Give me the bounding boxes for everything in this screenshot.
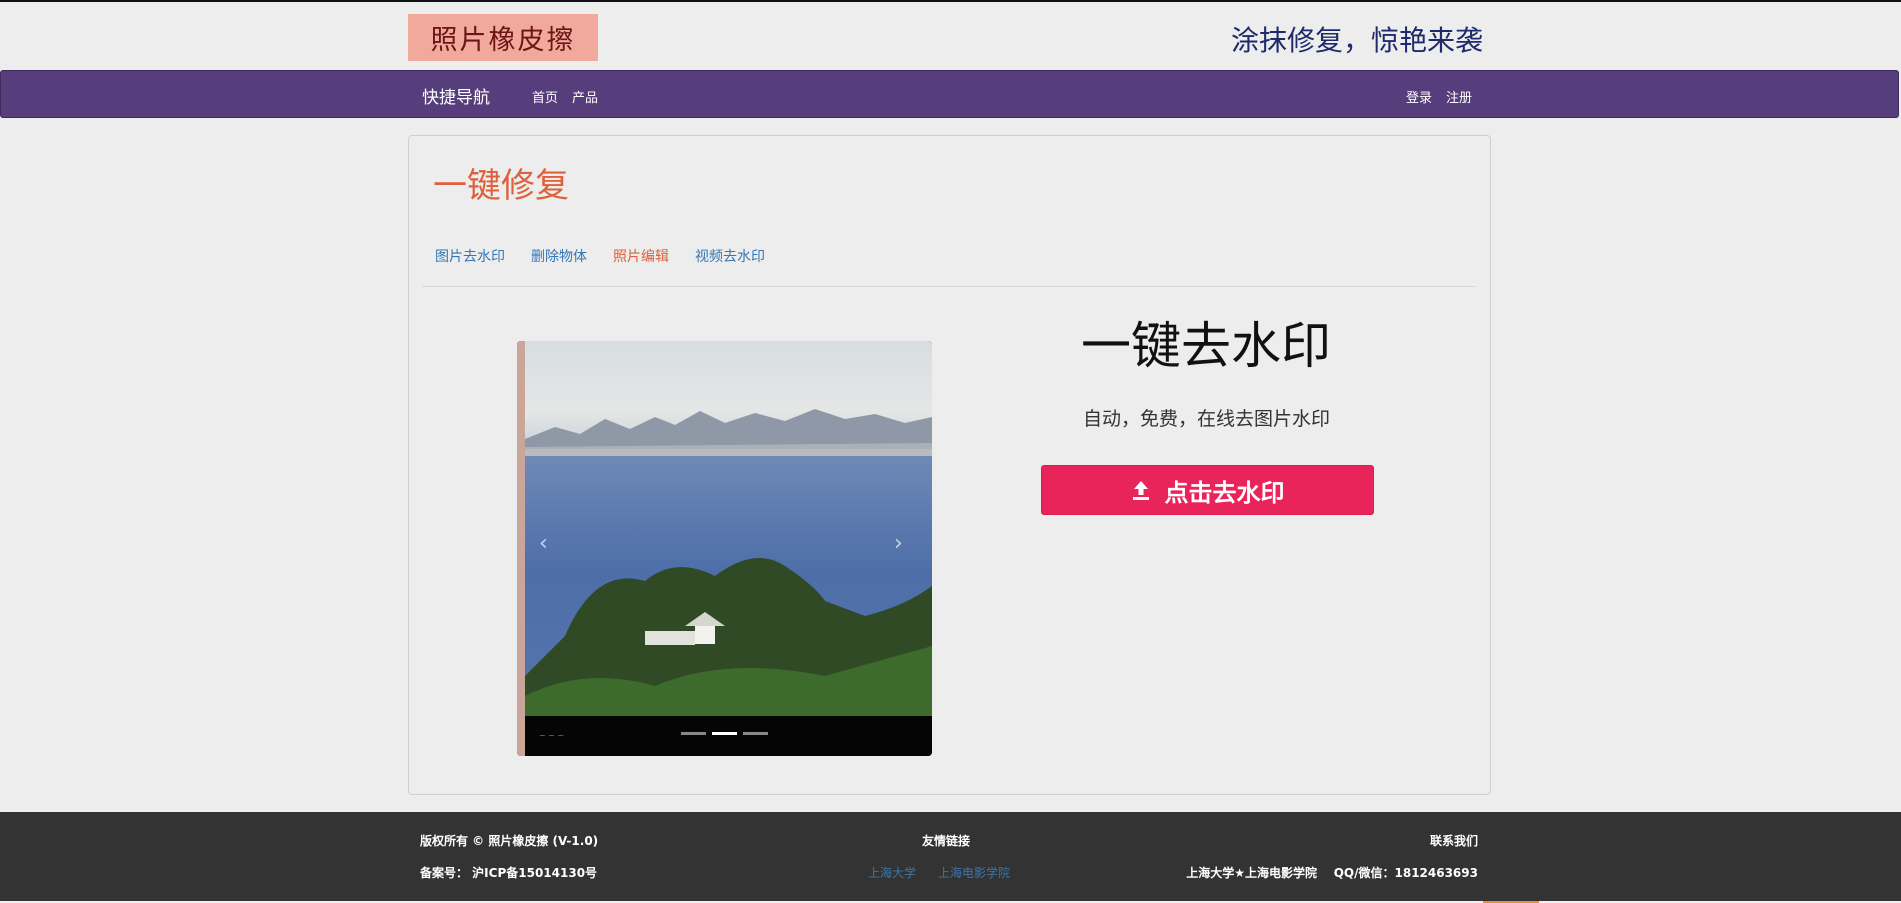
- tab-remove-watermark[interactable]: 图片去水印: [435, 246, 505, 266]
- footer-link-film-academy[interactable]: 上海电影学院: [938, 864, 1010, 881]
- feature-tabs: 图片去水印 删除物体 照片编辑 视频去水印: [435, 246, 791, 266]
- footer-link-shu[interactable]: 上海大学: [868, 864, 916, 881]
- tab-photo-edit[interactable]: 照片编辑: [613, 246, 669, 266]
- panel-title: 一键修复: [433, 166, 569, 206]
- logo-text: 照片橡皮擦: [430, 25, 576, 56]
- site-logo[interactable]: 照片橡皮擦: [408, 14, 598, 61]
- footer-friends-title: 友情链接: [922, 834, 971, 848]
- carousel-indicator-1[interactable]: [681, 732, 706, 735]
- carousel-image-mountains: [525, 409, 932, 459]
- tab-video-watermark[interactable]: 视频去水印: [695, 246, 765, 266]
- carousel-indicator-3[interactable]: [743, 732, 768, 735]
- footer-contact-info: 上海大学★上海电影学院 QQ/微信：1812463693: [1186, 866, 1478, 880]
- main-navbar: 快捷导航 首页 产品 登录 注册: [0, 70, 1899, 118]
- footer-copyright: 版权所有 © 照片橡皮擦 (V-1.0): [420, 834, 599, 848]
- remove-watermark-button-label: 点击去水印: [1164, 478, 1285, 507]
- upload-icon: [1132, 481, 1149, 500]
- previous-slide-edge: [517, 341, 525, 756]
- site-slogan: 涂抹修复，惊艳来袭: [1230, 24, 1483, 57]
- carousel-next-icon[interactable]: ›: [894, 531, 903, 556]
- site-footer: 版权所有 © 照片橡皮擦 (V-1.0) 备案号： 沪ICP备15014130号…: [0, 812, 1901, 903]
- tab-remove-object[interactable]: 删除物体: [531, 246, 587, 266]
- nav-register-link[interactable]: 注册: [1446, 87, 1472, 106]
- image-carousel[interactable]: ~ ~ ~ ‹ ›: [517, 341, 932, 756]
- site-header: 照片橡皮擦 涂抹修复，惊艳来袭: [0, 4, 1901, 70]
- nav-link-home[interactable]: 首页: [532, 87, 558, 106]
- carousel-prev-icon[interactable]: ‹: [539, 531, 548, 556]
- carousel-indicator-2[interactable]: [712, 732, 737, 735]
- carousel-image-island: [525, 558, 932, 721]
- hero-subtitle: 自动，免费，在线去图片水印: [1083, 408, 1331, 430]
- footer-contact-title: 联系我们: [1429, 834, 1478, 848]
- hero-title: 一键去水印: [1081, 317, 1331, 375]
- tabs-divider: [422, 286, 1476, 287]
- carousel-caption-bar: [525, 716, 932, 756]
- carousel-watermark-mark: ~ ~ ~: [539, 731, 565, 740]
- footer-icp: 备案号： 沪ICP备15014130号: [420, 866, 598, 880]
- nav-login-link[interactable]: 登录: [1406, 87, 1432, 106]
- nav-brand[interactable]: 快捷导航: [422, 83, 490, 108]
- remove-watermark-button[interactable]: 点击去水印: [1041, 465, 1374, 515]
- nav-link-products[interactable]: 产品: [572, 87, 598, 106]
- main-panel: 一键修复 图片去水印 删除物体 照片编辑 视频去水印 ~ ~ ~ ‹ › 一键去…: [408, 135, 1491, 795]
- carousel-indicators: [681, 732, 768, 735]
